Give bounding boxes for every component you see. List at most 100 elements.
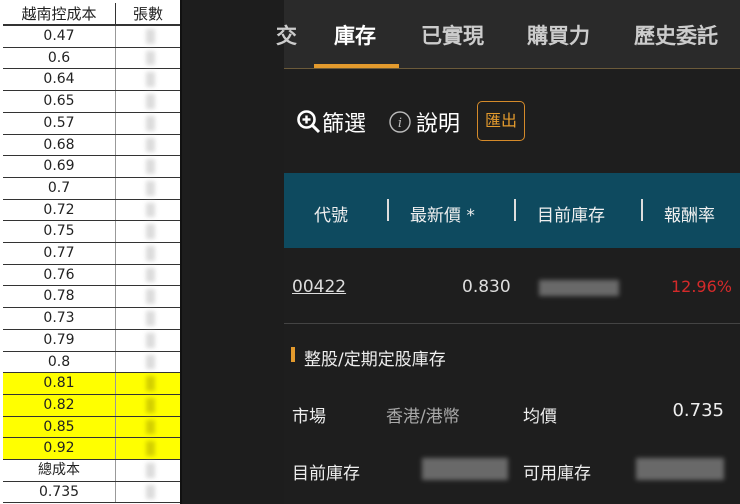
redacted-shares	[146, 267, 155, 283]
col-price[interactable]: 最新價 *	[410, 201, 475, 226]
redacted-shares	[146, 484, 155, 500]
cost-cell[interactable]: 0.69	[3, 156, 116, 177]
available-inventory-label: 可用庫存	[523, 464, 591, 484]
redacted-shares	[146, 332, 155, 348]
tab-buying-power[interactable]: 購買力	[527, 20, 590, 50]
sheet-row: 總成本	[3, 460, 180, 482]
sheet-row: 0.76	[3, 264, 180, 287]
latest-price: 0.830	[462, 277, 511, 297]
cost-cell[interactable]: 0.72	[3, 199, 116, 221]
sheet-row: 0.68	[3, 134, 180, 157]
shares-cell[interactable]	[116, 91, 180, 112]
tab-inventory[interactable]: 庫存	[334, 20, 376, 50]
shares-cell[interactable]	[116, 482, 180, 503]
header-cost: 越南控成本	[3, 3, 116, 24]
shares-cell[interactable]	[116, 26, 180, 47]
sheet-row: 0.65	[3, 91, 180, 113]
tab-order-history[interactable]: 歷史委託	[634, 20, 718, 50]
redacted-available-inventory	[636, 458, 724, 480]
redacted-shares	[146, 419, 155, 435]
cost-cell[interactable]: 0.6	[3, 47, 116, 69]
col-return[interactable]: 報酬率	[664, 201, 715, 226]
shares-cell[interactable]	[116, 200, 180, 221]
cost-cell[interactable]: 0.92	[3, 438, 116, 460]
cost-cell[interactable]: 0.75	[3, 221, 116, 243]
cost-cell[interactable]: 0.7	[3, 177, 116, 199]
redacted-shares	[146, 159, 155, 174]
shares-cell[interactable]	[116, 308, 180, 329]
shares-cell[interactable]	[116, 135, 180, 156]
market-label: 市場	[292, 407, 326, 427]
shares-cell[interactable]	[116, 352, 180, 373]
shares-cell[interactable]	[116, 438, 180, 459]
sheet-row: 0.69	[3, 156, 180, 178]
cost-cell[interactable]: 0.77	[3, 243, 116, 264]
cost-cell[interactable]: 0.79	[3, 329, 116, 351]
redacted-shares	[146, 246, 155, 261]
redacted-shares	[146, 441, 155, 457]
help-button[interactable]: i 說明	[388, 106, 460, 138]
divider	[284, 323, 740, 324]
sheet-row: 0.6	[3, 47, 180, 70]
redacted-shares	[146, 72, 155, 88]
svg-text:i: i	[398, 116, 402, 131]
return-rate: 12.96%	[670, 277, 732, 296]
redacted-shares	[146, 29, 155, 44]
cost-cell[interactable]: 0.76	[3, 264, 116, 286]
col-current-inventory[interactable]: 目前庫存	[537, 201, 605, 226]
sheet-row: 0.72	[3, 199, 180, 222]
cost-cell[interactable]: 總成本	[3, 460, 116, 481]
avg-price-value: 0.735	[672, 400, 724, 421]
sheet-header-row: 越南控成本 張數	[3, 3, 180, 26]
export-button[interactable]: 匯出	[477, 101, 525, 141]
sheet-row: 0.64	[3, 69, 180, 92]
redacted-shares	[146, 115, 155, 131]
shares-cell[interactable]	[116, 417, 180, 438]
col-code[interactable]: 代號	[314, 201, 348, 226]
header-shares: 張數	[132, 5, 163, 23]
shares-cell[interactable]	[116, 395, 180, 416]
tab-realized[interactable]: 已實現	[421, 20, 484, 50]
redacted-shares	[146, 137, 155, 153]
table-header: 代號 最新價 * 目前庫存 報酬率	[284, 173, 740, 248]
cost-cell[interactable]: 0.78	[3, 286, 116, 308]
shares-cell[interactable]	[116, 330, 180, 351]
shares-cell[interactable]	[116, 243, 180, 264]
sheet-row: 0.73	[3, 308, 180, 330]
section-title: 整股/定期定股庫存	[304, 350, 446, 370]
filter-button[interactable]: 篩選	[296, 106, 366, 138]
cost-cell[interactable]: 0.68	[3, 134, 116, 156]
info-icon: i	[389, 111, 411, 133]
cost-cell[interactable]: 0.82	[3, 394, 116, 416]
cost-cell[interactable]: 0.57	[3, 112, 116, 134]
tab-bar: 交 庫存 已實現 購買力 歷史委託	[276, 0, 740, 69]
shares-cell[interactable]	[116, 113, 180, 134]
shares-cell[interactable]	[116, 69, 180, 90]
cost-cell[interactable]: 0.735	[3, 481, 116, 503]
redacted-shares	[146, 376, 155, 391]
shares-cell[interactable]	[116, 265, 180, 286]
cost-cell[interactable]: 0.64	[3, 69, 116, 91]
shares-cell[interactable]	[116, 48, 180, 69]
shares-cell[interactable]	[116, 460, 180, 481]
cost-cell[interactable]: 0.47	[3, 26, 116, 47]
redacted-current-inventory	[422, 458, 508, 480]
sheet-row: 0.78	[3, 286, 180, 309]
shares-cell[interactable]	[116, 286, 180, 307]
cost-cell[interactable]: 0.65	[3, 91, 116, 112]
cost-cell[interactable]: 0.85	[3, 416, 116, 438]
trading-app: 交 庫存 已實現 購買力 歷史委託 篩選 i 說明 匯出 代號 最新價 * 目前…	[276, 0, 740, 504]
stock-code-link[interactable]: 00422	[292, 277, 346, 297]
shares-cell[interactable]	[116, 221, 180, 242]
avg-price-label: 均價	[523, 407, 557, 427]
cost-cell[interactable]: 0.81	[3, 373, 116, 394]
sheet-row: 0.77	[3, 243, 180, 265]
tab-partial[interactable]: 交	[276, 20, 297, 50]
shares-cell[interactable]	[116, 373, 180, 394]
shares-cell[interactable]	[116, 178, 180, 199]
cost-cell[interactable]: 0.73	[3, 308, 116, 329]
cost-cell[interactable]: 0.8	[3, 351, 116, 373]
shares-cell[interactable]	[116, 156, 180, 177]
current-inventory-label: 目前庫存	[292, 464, 360, 484]
zoom-in-icon	[297, 110, 321, 134]
